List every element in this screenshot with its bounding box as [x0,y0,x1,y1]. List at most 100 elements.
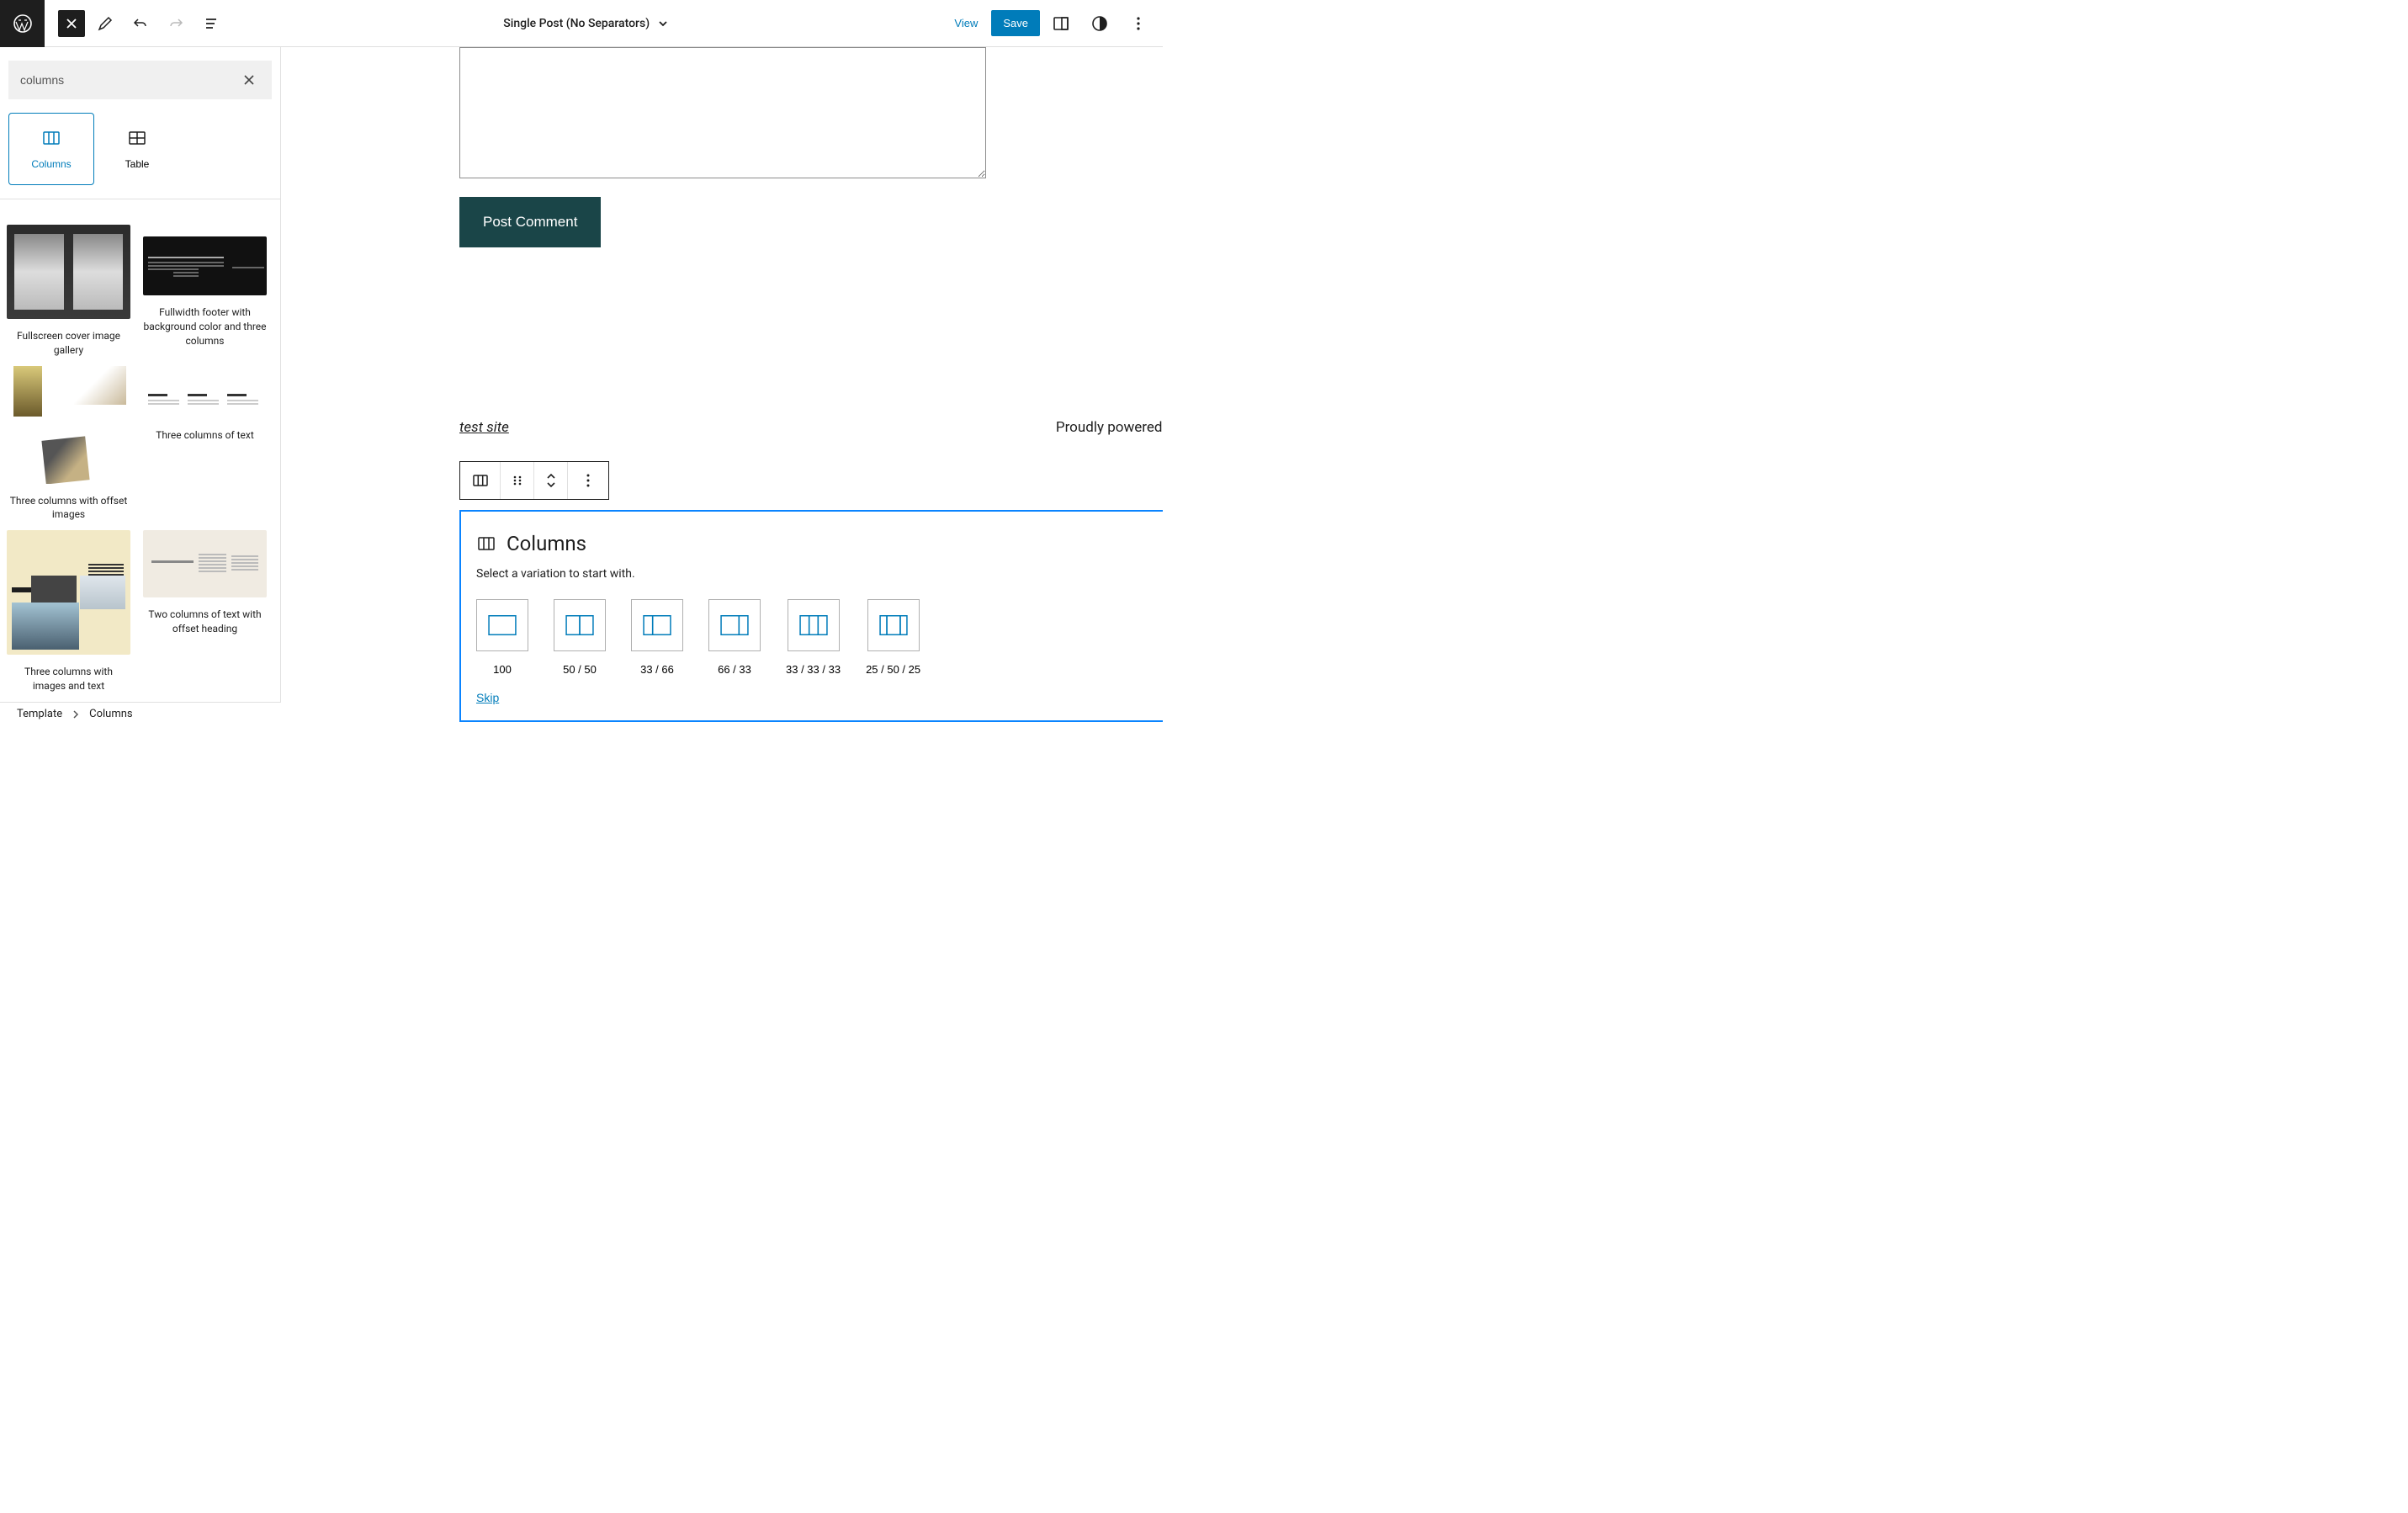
variation-preview [788,599,840,651]
powered-prefix: Proudly powered by [1056,419,1163,436]
variation-icon [720,615,749,635]
block-inserter-panel: Columns Table Fullscreen cover image gal… [0,47,281,725]
pattern-item[interactable]: Three columns with offset images [7,366,130,523]
variation-label: 33 / 33 / 33 [786,663,841,676]
pattern-thumb [7,530,130,655]
pattern-list: Fullscreen cover image gallery Fullwidth… [0,199,280,725]
breadcrumb-root[interactable]: Template [17,708,62,720]
breadcrumb-leaf[interactable]: Columns [89,708,133,720]
editor-canvas: Post Comment test site Proudly powered b… [281,47,1163,725]
post-comment-button[interactable]: Post Comment [459,197,601,247]
pattern-item[interactable]: Two columns of text with offset heading [143,530,267,693]
column-variation[interactable]: 33 / 33 / 33 [786,599,841,676]
wordpress-logo-button[interactable] [0,0,45,47]
move-up-down-button[interactable] [534,462,568,499]
editor-topbar: Single Post (No Separators) View Save [0,0,1163,47]
chevron-up-icon [546,473,556,480]
comment-textarea[interactable] [459,47,986,178]
site-title-link[interactable]: test site [459,419,509,436]
block-type-list: Columns Table [0,113,280,199]
pattern-item[interactable]: Fullwidth footer with background color a… [143,225,267,358]
pattern-label: Three columns with offset images [7,494,130,523]
block-type-table[interactable]: Table [94,113,180,185]
column-variation[interactable]: 66 / 33 [708,599,761,676]
options-button[interactable] [1123,8,1154,39]
block-search-input[interactable] [20,73,238,87]
variation-preview [867,599,920,651]
block-breadcrumb: Template Columns [0,702,281,725]
pattern-thumb [7,366,130,484]
table-icon [127,128,147,148]
block-options-button[interactable] [568,462,608,499]
undo-button[interactable] [125,8,156,39]
pattern-label: Fullwidth footer with background color a… [143,305,267,348]
edit-tool-button[interactable] [90,8,120,39]
pattern-label: Two columns of text with offset heading [143,608,267,636]
pattern-thumb [143,236,267,295]
columns-block-title: Columns [507,532,586,555]
drag-handle-button[interactable] [501,462,534,499]
save-button[interactable]: Save [991,10,1040,36]
clear-search-button[interactable] [238,69,260,91]
pattern-item[interactable]: Three columns with images and text [7,530,130,693]
variation-icon [488,615,517,635]
variation-preview [476,599,528,651]
variation-preview [708,599,761,651]
block-search-box [8,61,272,99]
column-variation[interactable]: 50 / 50 [554,599,606,676]
pattern-label: Fullscreen cover image gallery [7,329,130,358]
variation-icon [879,615,908,635]
list-view-icon [203,15,220,32]
variation-icon [799,615,828,635]
block-type-toolbar-button[interactable] [460,462,501,499]
block-type-label: Table [125,158,150,170]
view-link[interactable]: View [944,12,988,35]
variation-icon [565,615,594,635]
chevron-down-icon[interactable] [656,17,670,30]
pattern-label: Three columns with images and text [7,665,130,693]
block-type-label: Columns [31,158,71,170]
site-footer-row: test site Proudly powered by WordPress [459,419,1163,436]
pencil-icon [97,15,114,32]
close-icon [241,72,257,88]
block-type-columns[interactable]: Columns [8,113,94,185]
columns-icon [471,471,490,490]
powered-by-text: Proudly powered by WordPress [1056,419,1163,436]
undo-icon [132,15,149,32]
list-view-button[interactable] [196,8,226,39]
skip-variation-link[interactable]: Skip [476,691,499,704]
toggle-inserter-button[interactable] [58,10,85,37]
variation-label: 33 / 66 [640,663,674,676]
redo-button[interactable] [161,8,191,39]
chevron-down-icon [546,481,556,488]
variation-preview [631,599,683,651]
pattern-thumb [7,225,130,319]
pattern-thumb [143,366,267,418]
variation-label: 50 / 50 [563,663,597,676]
pattern-label: Three columns of text [143,428,267,443]
template-name[interactable]: Single Post (No Separators) [503,17,650,30]
columns-block-placeholder: Columns Select a variation to start with… [459,510,1163,722]
more-vertical-icon [580,472,597,489]
block-toolbar [459,461,609,500]
column-variation[interactable]: 33 / 66 [631,599,683,676]
wordpress-icon [13,13,33,34]
columns-icon [41,128,61,148]
pattern-item[interactable]: Fullscreen cover image gallery [7,225,130,358]
column-variation[interactable]: 100 [476,599,528,676]
columns-block-subtitle: Select a variation to start with. [476,567,1163,581]
settings-sidebar-button[interactable] [1046,8,1076,39]
column-variation-list: 100 50 / 50 33 / 66 66 / 33 33 / 33 / 33 25 /… [476,599,1163,676]
more-vertical-icon [1129,14,1148,33]
variation-label: 100 [493,663,512,676]
variation-label: 66 / 33 [718,663,751,676]
columns-icon [476,534,496,554]
styles-icon [1090,14,1109,33]
chevron-right-icon [71,709,81,719]
pattern-thumb [143,530,267,597]
styles-button[interactable] [1085,8,1115,39]
pattern-item[interactable]: Three columns of text [143,366,267,523]
drag-icon [511,474,524,487]
panel-icon [1052,14,1070,33]
column-variation[interactable]: 25 / 50 / 25 [866,599,920,676]
